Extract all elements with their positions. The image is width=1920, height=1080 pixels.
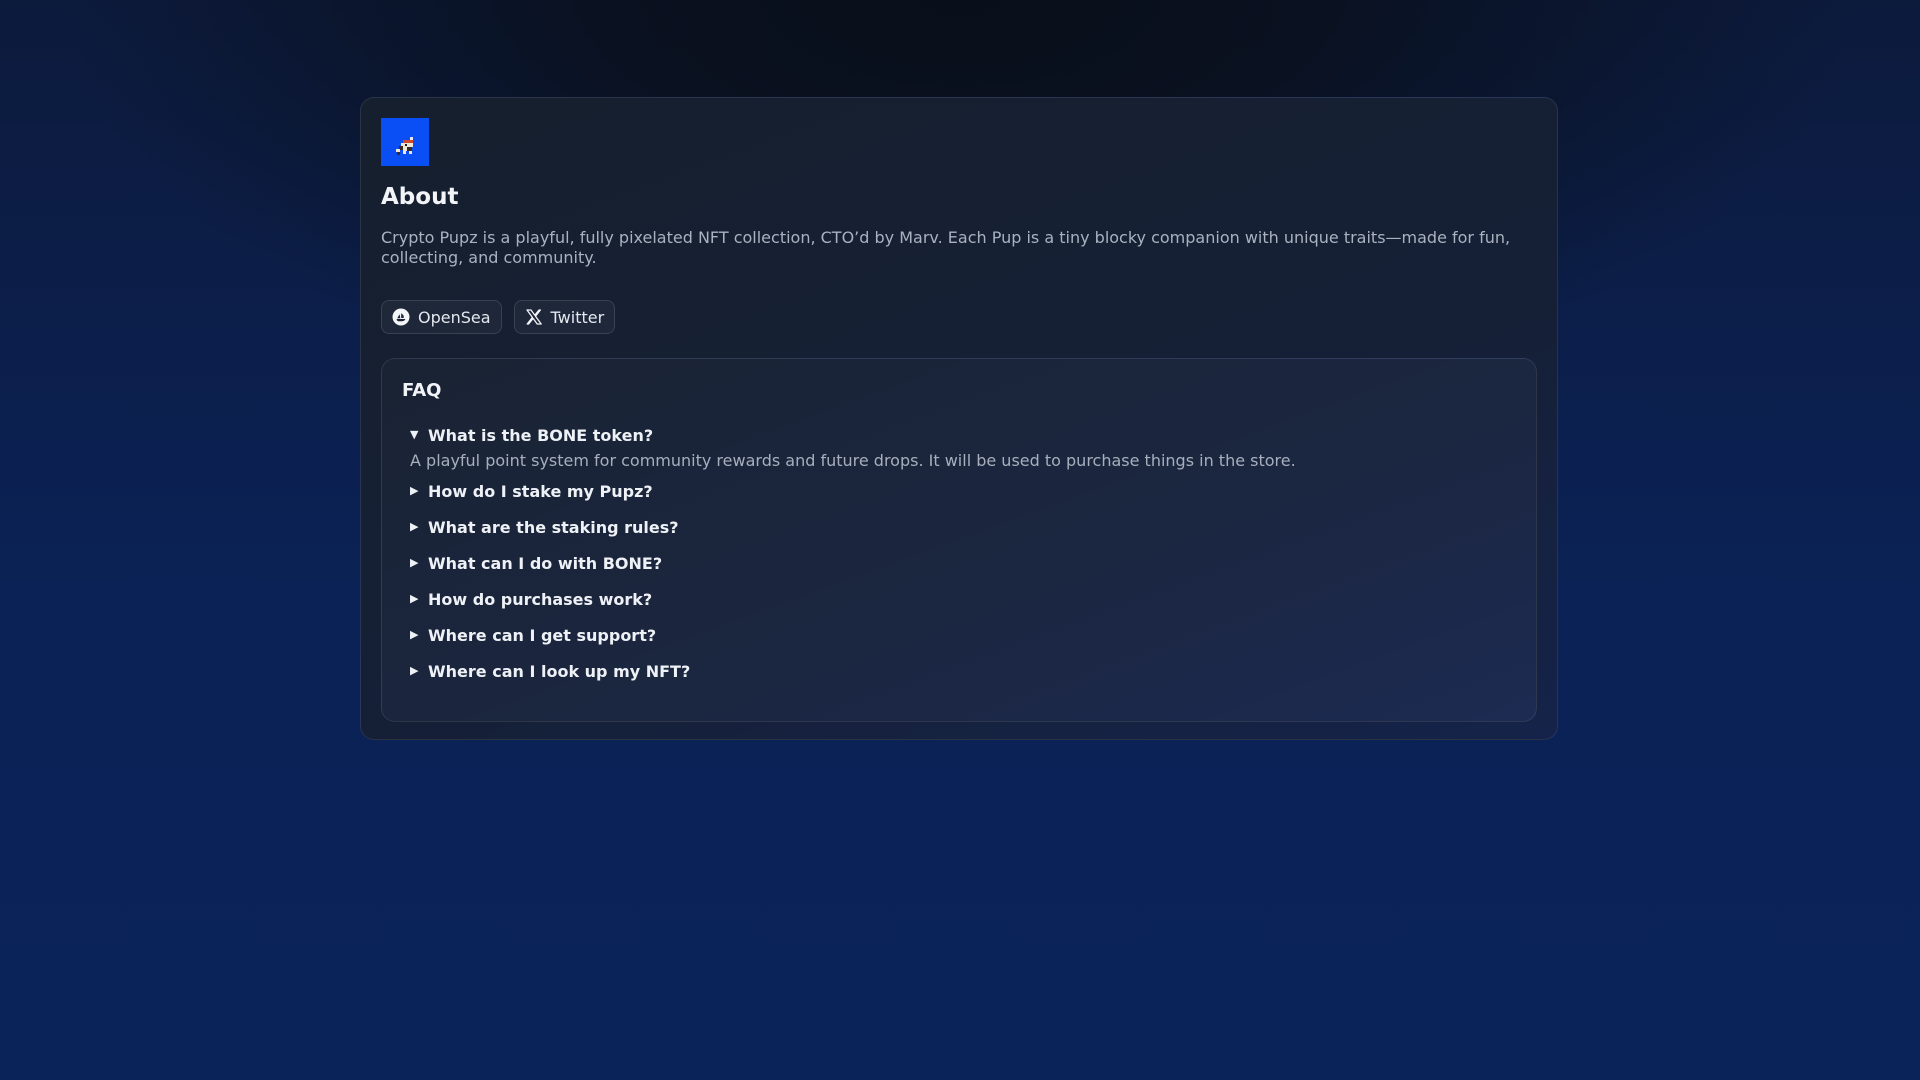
faq-item: ▶ What can I do with BONE?	[410, 551, 1516, 575]
opensea-icon	[392, 308, 410, 326]
about-description: Crypto Pupz is a playful, fully pixelate…	[381, 228, 1511, 267]
triangle-down-icon: ▼	[410, 428, 419, 441]
faq-question-toggle[interactable]: ▶ How do purchases work?	[410, 587, 1516, 611]
faq-question: Where can I look up my NFT?	[428, 661, 691, 681]
faq-item: ▶ What are the staking rules?	[410, 515, 1516, 539]
triangle-right-icon: ▶	[410, 484, 419, 497]
social-links: OpenSea Twitter	[381, 300, 1537, 334]
triangle-right-icon: ▶	[410, 592, 419, 605]
pixel-puppy-icon	[396, 137, 413, 155]
opensea-link[interactable]: OpenSea	[381, 300, 502, 334]
about-title: About	[381, 184, 459, 210]
twitter-link[interactable]: Twitter	[513, 300, 616, 334]
faq-item: ▶ How do purchases work?	[410, 587, 1516, 611]
faq-item: ▶ Where can I get support?	[410, 623, 1516, 647]
faq-section: FAQ ▼ What is the BONE token? A playful …	[381, 358, 1537, 722]
opensea-label: OpenSea	[418, 307, 491, 327]
faq-question: How do purchases work?	[428, 589, 653, 609]
about-card: About Crypto Pupz is a playful, fully pi…	[360, 97, 1558, 740]
faq-question-toggle[interactable]: ▼ What is the BONE token?	[410, 423, 1516, 447]
triangle-right-icon: ▶	[410, 628, 419, 641]
faq-item: ▼ What is the BONE token? A playful poin…	[410, 423, 1516, 471]
faq-question-toggle[interactable]: ▶ How do I stake my Pupz?	[410, 479, 1516, 503]
faq-question: What can I do with BONE?	[428, 553, 663, 573]
faq-question-toggle[interactable]: ▶ What can I do with BONE?	[410, 551, 1516, 575]
faq-answer: A playful point system for community rew…	[410, 451, 1296, 470]
faq-question-toggle[interactable]: ▶ What are the staking rules?	[410, 515, 1516, 539]
faq-question: What is the BONE token?	[428, 425, 654, 445]
faq-question: Where can I get support?	[428, 625, 657, 645]
faq-question: What are the staking rules?	[428, 517, 679, 537]
faq-item: ▶ How do I stake my Pupz?	[410, 479, 1516, 503]
faq-question: How do I stake my Pupz?	[428, 481, 653, 501]
faq-list: ▼ What is the BONE token? A playful poin…	[402, 423, 1516, 683]
triangle-right-icon: ▶	[410, 664, 419, 677]
pixel-puppy-logo	[381, 118, 429, 166]
faq-question-toggle[interactable]: ▶ Where can I get support?	[410, 623, 1516, 647]
triangle-right-icon: ▶	[410, 520, 419, 533]
faq-question-toggle[interactable]: ▶ Where can I look up my NFT?	[410, 659, 1516, 683]
triangle-right-icon: ▶	[410, 556, 419, 569]
x-icon	[525, 308, 543, 326]
faq-title: FAQ	[402, 380, 442, 401]
faq-item: ▶ Where can I look up my NFT?	[410, 659, 1516, 683]
twitter-label: Twitter	[550, 307, 605, 327]
